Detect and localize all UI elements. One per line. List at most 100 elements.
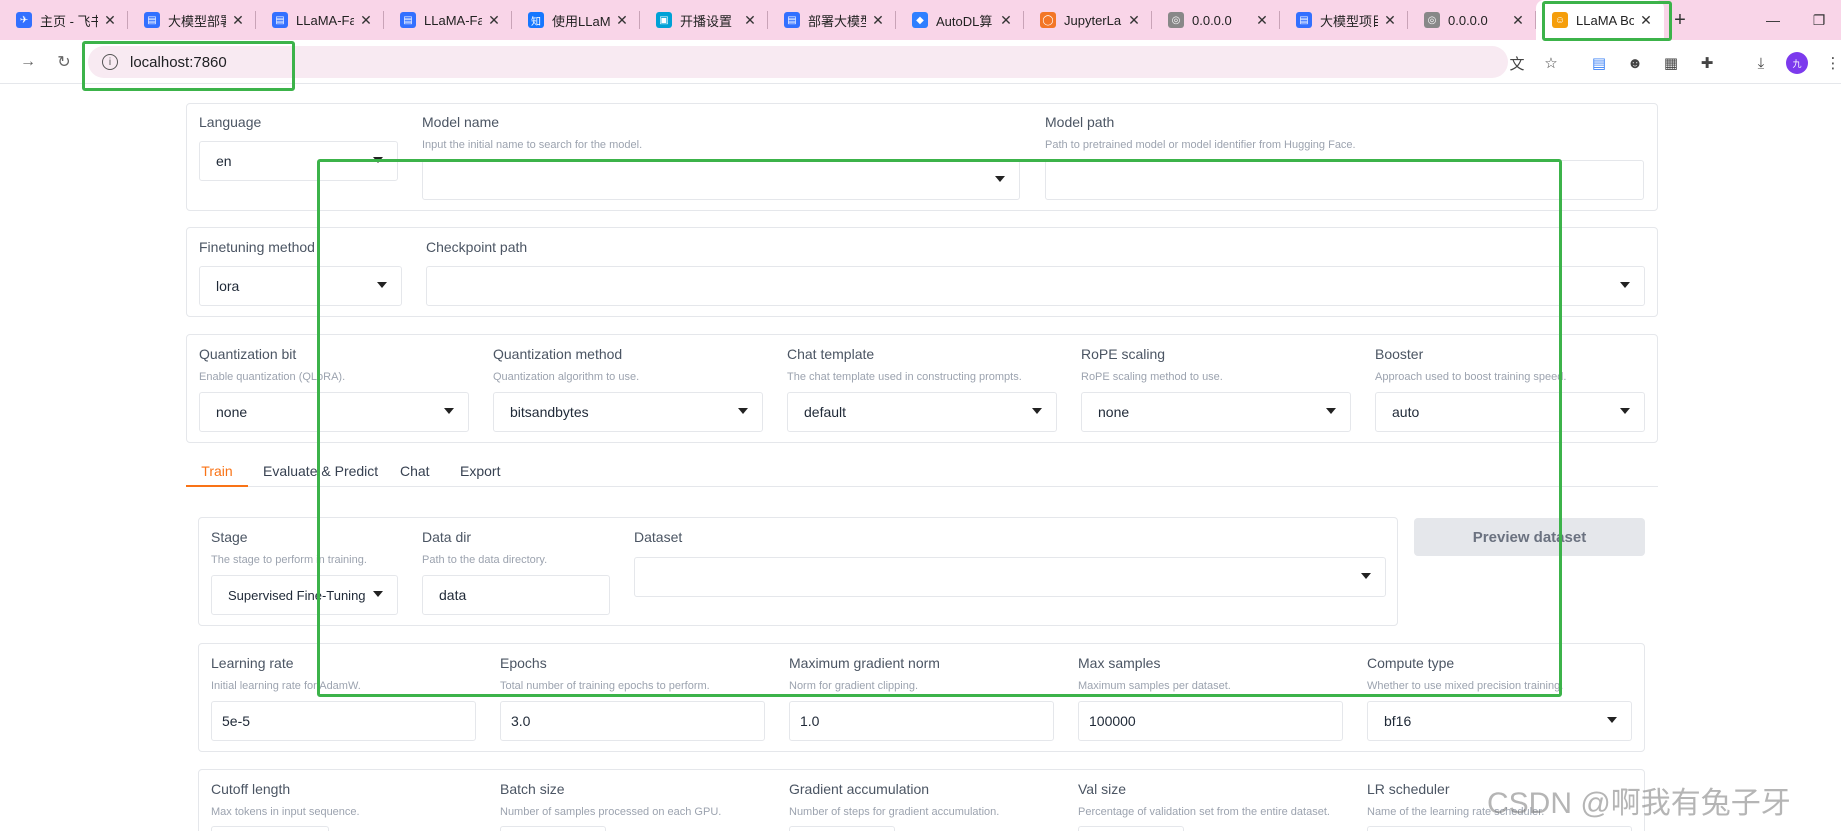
forward-icon[interactable]: → [12, 46, 44, 78]
browser-tab[interactable]: ▤ 大模型项目✕ [1280, 0, 1408, 40]
max-grad-norm-text[interactable] [800, 713, 1053, 729]
download-icon[interactable]: ⤓ [1750, 52, 1772, 74]
browser-tab[interactable]: ◎ 0.0.0.0 ✕ [1152, 0, 1280, 40]
profile-avatar-icon[interactable]: 九 [1786, 52, 1808, 74]
val-size-info: Percentage of validation set from the en… [1078, 806, 1330, 818]
max-grad-norm-input[interactable] [789, 701, 1054, 741]
tab-favicon-icon: ◯ [1040, 12, 1056, 28]
compute-type-value: bf16 [1384, 713, 1412, 729]
learning-rate-label: Learning rate [211, 655, 294, 671]
cutoff-length-info: Max tokens in input sequence. [211, 806, 360, 818]
tab-close-icon[interactable]: ✕ [998, 12, 1014, 29]
val-size-input[interactable] [1078, 826, 1184, 831]
batch-size-input[interactable] [500, 826, 606, 831]
tab-close-icon[interactable]: ✕ [1254, 12, 1270, 29]
tab-title: 主页 - 飞书 [40, 13, 98, 29]
epochs-text[interactable] [511, 713, 764, 729]
tab-favicon-icon: ▤ [784, 12, 800, 28]
learning-rate-input[interactable] [211, 701, 476, 741]
browser-tab[interactable]: ▤ LLaMA-Fa ✕ [256, 0, 384, 40]
finetuning-method-value: lora [216, 278, 240, 294]
model-path-label: Model path [1045, 114, 1115, 130]
tab-favicon-icon: ▤ [144, 12, 160, 28]
browser-tab[interactable]: ✈ 主页 - 飞书 ✕ [0, 0, 128, 40]
val-size-label: Val size [1078, 781, 1126, 797]
browser-tab[interactable]: ▤ 大模型部署✕ [128, 0, 256, 40]
tab-title: 开播设置 [680, 13, 733, 29]
tab-favicon-icon: ▤ [400, 12, 416, 28]
chevron-down-icon [1620, 282, 1630, 288]
avatar-extension-icon[interactable]: ☻ [1624, 52, 1646, 74]
lr-scheduler-dropdown[interactable] [1367, 826, 1632, 831]
batch-size-info: Number of samples processed on each GPU. [500, 806, 722, 818]
model-path-info: Path to pretrained model or model identi… [1045, 139, 1356, 151]
tab-title: JupyterLab [1064, 12, 1122, 28]
tab-title: AutoDL算 [936, 13, 993, 29]
tab-title: 0.0.0.0 [1192, 12, 1232, 28]
translate-icon[interactable]: 文 [1506, 52, 1528, 74]
tab-title: 大模型项目 [1320, 13, 1378, 29]
restore-icon[interactable]: ❐ [1796, 0, 1841, 40]
stage-label: Stage [211, 529, 248, 545]
language-label: Language [199, 114, 262, 130]
tab-favicon-icon: 知 [528, 12, 544, 28]
menu-icon[interactable]: ⋮ [1822, 52, 1841, 74]
tab-favicon-icon: ✈ [16, 12, 32, 28]
tab-close-icon[interactable]: ✕ [486, 12, 502, 29]
gradient-accumulation-input[interactable] [789, 826, 895, 831]
browser-tab[interactable]: 知使用LLaMA✕ [512, 0, 640, 40]
cutoff-length-input[interactable] [211, 826, 329, 831]
epochs-input[interactable] [500, 701, 765, 741]
finetuning-method-label: Finetuning method [199, 239, 315, 255]
tab-close-icon[interactable]: ✕ [358, 12, 374, 29]
quantization-bit-value: none [216, 404, 248, 420]
tab-train[interactable]: Train [186, 459, 248, 487]
tab-close-icon[interactable]: ✕ [1382, 12, 1398, 29]
minimize-icon[interactable]: — [1750, 0, 1796, 40]
browser-tab[interactable]: ▤ LLaMA-Fa ✕ [384, 0, 512, 40]
highlight-address-bar [82, 41, 295, 91]
language-value: en [216, 153, 232, 169]
tab-close-icon[interactable]: ✕ [102, 12, 118, 29]
tab-favicon-icon: ◆ [912, 12, 928, 28]
address-bar[interactable]: i localhost:7860 [88, 46, 1508, 78]
tab-favicon-icon: ▣ [656, 12, 672, 28]
tab-title: 部署大模型 [808, 13, 866, 29]
highlight-settings-area [317, 159, 1562, 697]
tab-title: 大模型部署 [168, 13, 226, 29]
doc-extension-icon[interactable]: ▤ [1588, 52, 1610, 74]
tab-close-icon[interactable]: ✕ [1126, 12, 1142, 29]
tab-favicon-icon: ▤ [1296, 12, 1312, 28]
quantization-bit-label: Quantization bit [199, 346, 297, 362]
tab-close-icon[interactable]: ✕ [1510, 12, 1526, 29]
chart-extension-icon[interactable]: ▦ [1660, 52, 1682, 74]
bookmark-star-icon[interactable]: ☆ [1540, 52, 1562, 74]
learning-rate-text[interactable] [222, 713, 475, 729]
browser-tab[interactable]: ◎ 0.0.0.0 ✕ [1408, 0, 1536, 40]
browser-tab[interactable]: ▤ 部署大模型✕ [768, 0, 896, 40]
hyperparams-panel-2 [198, 769, 1645, 831]
tab-close-icon[interactable]: ✕ [742, 12, 758, 29]
max-samples-input[interactable] [1078, 701, 1343, 741]
batch-size-label: Batch size [500, 781, 565, 797]
tab-favicon-icon: ◎ [1424, 12, 1440, 28]
tab-close-icon[interactable]: ✕ [614, 12, 630, 29]
model-name-info: Input the initial name to search for the… [422, 139, 643, 151]
browser-tab[interactable]: ▣ 开播设置 ✕ [640, 0, 768, 40]
watermark: CSDN @啊我有兔子牙 [1487, 787, 1791, 820]
gradient-accumulation-info: Number of steps for gradient accumulatio… [789, 806, 1000, 818]
tab-favicon-icon: ▤ [272, 12, 288, 28]
chevron-down-icon [1620, 408, 1630, 414]
browser-tab[interactable]: ◯ JupyterLab ✕ [1024, 0, 1152, 40]
browser-tab[interactable]: ◆ AutoDL算 ✕ [896, 0, 1024, 40]
tab-title: 0.0.0.0 [1448, 12, 1488, 28]
max-samples-text[interactable] [1089, 713, 1342, 729]
chevron-down-icon [1607, 717, 1617, 723]
tab-close-icon[interactable]: ✕ [870, 12, 886, 29]
cutoff-length-label: Cutoff length [211, 781, 291, 797]
reload-icon[interactable]: ↻ [48, 46, 80, 78]
lr-scheduler-label: LR scheduler [1367, 781, 1450, 797]
tab-close-icon[interactable]: ✕ [230, 12, 246, 29]
extensions-puzzle-icon[interactable]: ✚ [1696, 52, 1718, 74]
compute-type-dropdown[interactable]: bf16 [1367, 701, 1632, 741]
